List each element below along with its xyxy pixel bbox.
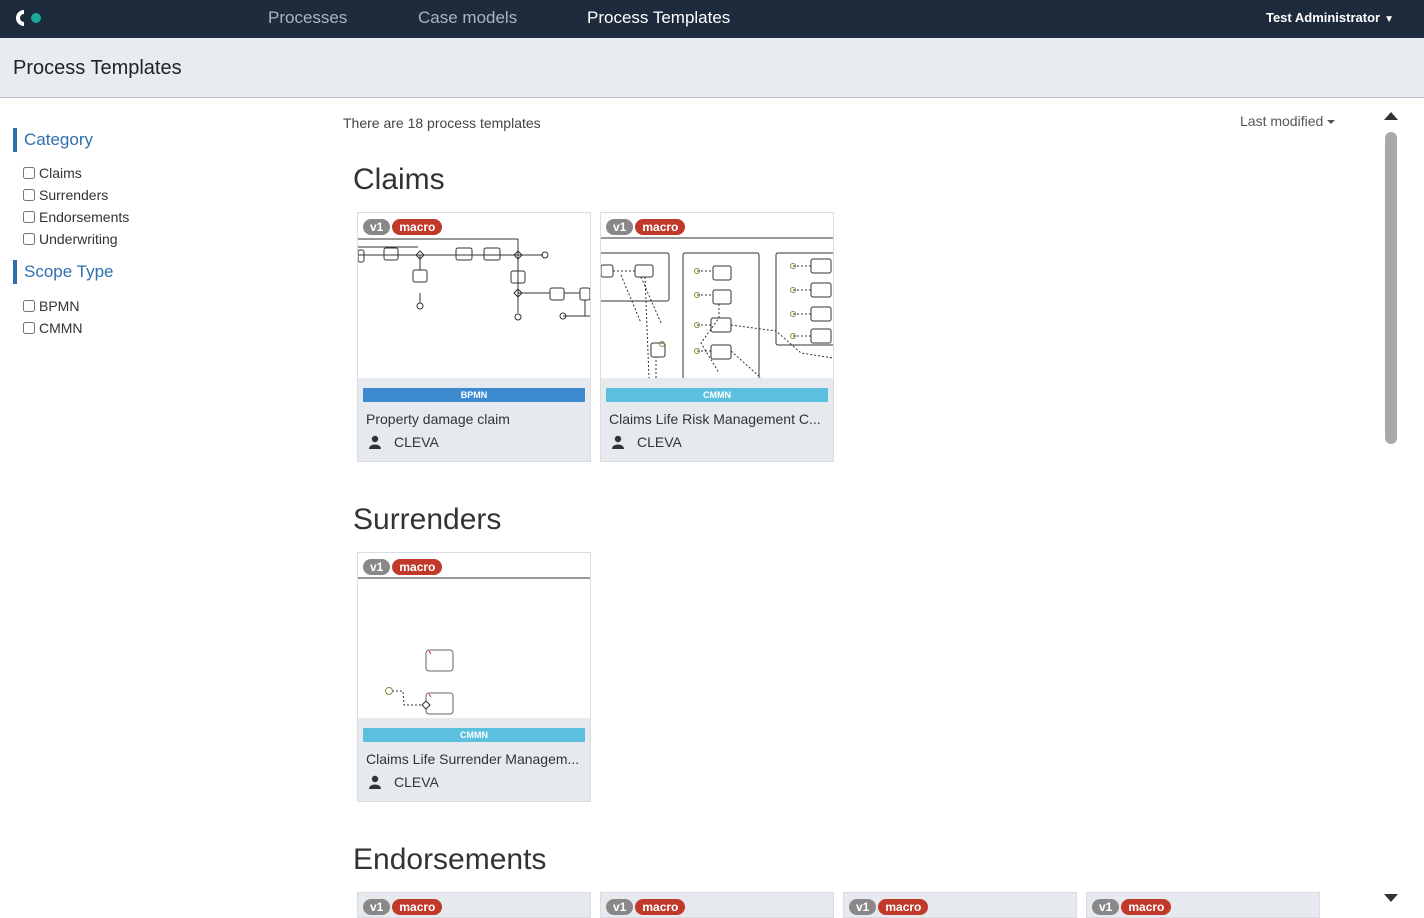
filter-category-heading: Category xyxy=(13,128,93,152)
filter-endorsements[interactable]: Endorsements xyxy=(23,209,129,225)
filter-underwriting[interactable]: Underwriting xyxy=(23,231,118,247)
checkbox[interactable] xyxy=(23,167,35,179)
macro-badge: macro xyxy=(635,899,686,915)
filter-cmmn[interactable]: CMMN xyxy=(23,320,83,336)
nav-case-models[interactable]: Case models xyxy=(418,8,517,28)
diagram-thumbnail xyxy=(358,553,590,718)
filter-scope-heading: Scope Type xyxy=(13,260,113,284)
macro-badge: macro xyxy=(878,899,929,915)
app-logo-icon[interactable] xyxy=(12,9,44,27)
filter-label: Endorsements xyxy=(39,209,130,225)
template-name: Claims Life Risk Management C... xyxy=(609,411,821,427)
template-card[interactable]: v1 macro CMMN Claims Life Risk Management… xyxy=(600,212,834,462)
user-icon xyxy=(612,435,624,449)
filter-label: Claims xyxy=(39,165,82,181)
checkbox[interactable] xyxy=(23,233,35,245)
nav-process-templates[interactable]: Process Templates xyxy=(587,8,730,28)
version-badge: v1 xyxy=(363,219,391,235)
macro-badge: macro xyxy=(1121,899,1172,915)
filter-label: Underwriting xyxy=(39,231,118,247)
checkbox[interactable] xyxy=(23,211,35,223)
template-name: Property damage claim xyxy=(366,411,510,427)
section-title-endorsements: Endorsements xyxy=(353,843,547,876)
template-owner: CLEVA xyxy=(368,774,439,790)
user-name: Test Administrator xyxy=(1265,10,1381,25)
scrollbar-thumb[interactable] xyxy=(1385,132,1397,444)
owner-name: CLEVA xyxy=(394,774,439,790)
filter-bpmn[interactable]: BPMN xyxy=(23,298,79,314)
diagram-thumbnail xyxy=(601,213,833,378)
user-icon xyxy=(369,775,381,789)
macro-badge: macro xyxy=(635,219,686,235)
page-title: Process Templates xyxy=(13,57,182,79)
template-count: There are 18 process templates xyxy=(343,115,541,131)
diagram-thumbnail xyxy=(358,213,590,378)
filter-surrenders[interactable]: Surrenders xyxy=(23,187,108,203)
cmmn-diagram-preview xyxy=(358,577,590,715)
chevron-down-icon: ▼ xyxy=(1384,14,1394,25)
filter-claims[interactable]: Claims xyxy=(23,165,82,181)
type-label: CMMN xyxy=(363,728,585,742)
version-badge: v1 xyxy=(1092,899,1120,915)
bpmn-diagram-preview xyxy=(358,238,590,321)
template-owner: CLEVA xyxy=(368,434,439,450)
version-badge: v1 xyxy=(606,219,634,235)
caret-down-icon xyxy=(1327,120,1336,125)
scroll-up-arrow-icon[interactable] xyxy=(1384,112,1398,120)
checkbox[interactable] xyxy=(23,322,35,334)
top-nav: Processes Case models Process Templates … xyxy=(0,0,1424,38)
owner-name: CLEVA xyxy=(394,434,439,450)
template-card[interactable]: v1 macro xyxy=(600,892,834,918)
version-badge: v1 xyxy=(363,899,391,915)
checkbox[interactable] xyxy=(23,300,35,312)
sort-label: Last modified xyxy=(1240,113,1324,129)
owner-name: CLEVA xyxy=(637,434,682,450)
macro-badge: macro xyxy=(392,559,443,575)
version-badge: v1 xyxy=(606,899,634,915)
filter-label: BPMN xyxy=(39,298,80,314)
template-card[interactable]: v1 macro xyxy=(357,892,591,918)
filter-label: Surrenders xyxy=(39,187,109,203)
nav-processes[interactable]: Processes xyxy=(268,8,347,28)
section-title-claims: Claims xyxy=(353,163,445,196)
user-menu[interactable]: Test Administrator ▼ xyxy=(1266,10,1394,25)
title-bar: Process Templates xyxy=(0,38,1424,98)
template-card[interactable]: v1 macro xyxy=(843,892,1077,918)
filter-label: CMMN xyxy=(39,320,83,336)
user-icon xyxy=(369,435,381,449)
template-card[interactable]: v1 macro BPMN Property damage claim CLEVA xyxy=(357,212,591,462)
template-owner: CLEVA xyxy=(611,434,682,450)
macro-badge: macro xyxy=(392,219,443,235)
template-card[interactable]: v1 macro CMMN Claims Life Surrender Manag… xyxy=(357,552,591,802)
section-title-surrenders: Surrenders xyxy=(353,503,502,536)
version-badge: v1 xyxy=(363,559,391,575)
scroll-down-arrow-icon[interactable] xyxy=(1384,894,1398,902)
type-label: CMMN xyxy=(606,388,828,402)
template-name: Claims Life Surrender Managem... xyxy=(366,751,580,767)
macro-badge: macro xyxy=(392,899,443,915)
type-label: BPMN xyxy=(363,388,585,402)
version-badge: v1 xyxy=(849,899,877,915)
cmmn-diagram-preview xyxy=(601,237,833,378)
checkbox[interactable] xyxy=(23,189,35,201)
sort-dropdown[interactable]: Last modified xyxy=(1240,113,1336,129)
template-card[interactable]: v1 macro xyxy=(1086,892,1320,918)
